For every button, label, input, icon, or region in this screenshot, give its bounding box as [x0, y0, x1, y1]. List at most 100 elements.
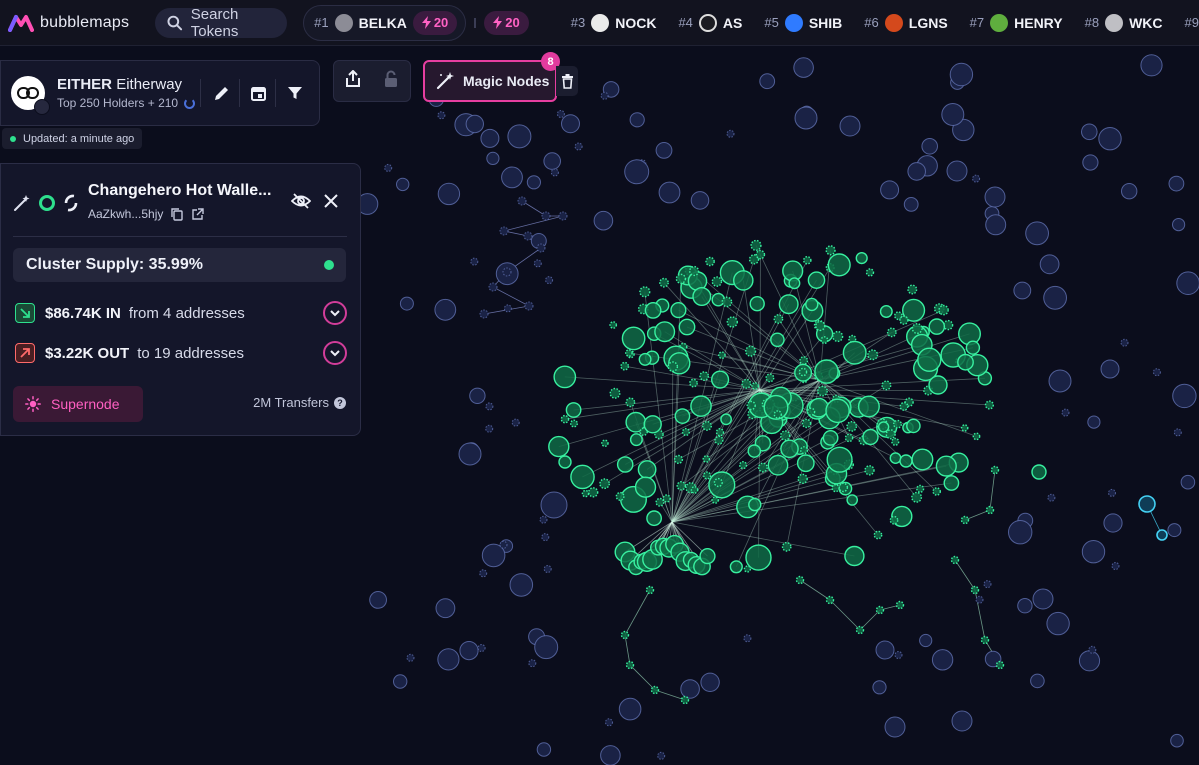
holder-bubble[interactable]: [637, 460, 657, 479]
holder-bubble[interactable]: [975, 595, 984, 604]
holder-bubble[interactable]: [765, 373, 775, 383]
ticker-item-9[interactable]: #9: [1185, 15, 1199, 30]
holder-bubble[interactable]: [1111, 562, 1120, 570]
holder-bubble[interactable]: [699, 547, 716, 565]
boost-badge[interactable]: 20: [412, 10, 458, 35]
holder-bubble[interactable]: [797, 473, 808, 484]
holder-bubble[interactable]: [700, 672, 720, 692]
holder-bubble[interactable]: [1081, 123, 1098, 141]
holder-bubble[interactable]: [1173, 428, 1182, 437]
holder-bubble[interactable]: [921, 138, 939, 155]
holder-bubble[interactable]: [781, 541, 792, 552]
holder-bubble[interactable]: [794, 106, 818, 130]
holder-bubble[interactable]: [477, 644, 486, 652]
holder-bubble[interactable]: [980, 635, 990, 645]
holder-bubble[interactable]: [570, 419, 579, 428]
holder-bubble[interactable]: [710, 370, 730, 389]
holder-bubble[interactable]: [545, 276, 554, 285]
holder-bubble[interactable]: [705, 256, 715, 267]
holder-bubble[interactable]: [793, 57, 814, 78]
holder-bubble[interactable]: [846, 420, 858, 432]
holder-bubble[interactable]: [751, 382, 760, 390]
holder-bubble[interactable]: [990, 465, 1000, 475]
holder-bubble[interactable]: [726, 316, 738, 328]
holder-bubble[interactable]: [743, 565, 752, 573]
holder-bubble[interactable]: [485, 402, 494, 411]
holder-bubble[interactable]: [615, 491, 625, 501]
holder-bubble[interactable]: [749, 296, 765, 312]
holder-bubble[interactable]: [865, 268, 875, 277]
holder-bubble[interactable]: [773, 314, 784, 324]
holder-bubble[interactable]: [605, 718, 613, 727]
holder-bubble[interactable]: [406, 653, 415, 662]
bubble-nodes[interactable]: [356, 54, 1199, 765]
brand-logo[interactable]: bubblemaps: [8, 14, 141, 32]
lock-button[interactable]: [383, 70, 399, 93]
holder-bubble[interactable]: [658, 181, 681, 204]
ticker-item-shib[interactable]: #5 SHIB: [764, 13, 842, 32]
holder-bubble[interactable]: [1120, 338, 1129, 347]
holder-bubble[interactable]: [1025, 221, 1049, 246]
holder-bubble[interactable]: [911, 491, 923, 503]
holder-bubble[interactable]: [917, 347, 942, 372]
holder-bubble[interactable]: [875, 605, 885, 615]
holder-bubble[interactable]: [601, 439, 609, 448]
expand-outflow-button[interactable]: [323, 341, 347, 365]
holder-bubble[interactable]: [543, 565, 552, 573]
holder-bubble[interactable]: [501, 166, 523, 189]
holder-bubble[interactable]: [1098, 127, 1122, 151]
holder-bubble[interactable]: [827, 253, 851, 277]
magic-nodes-button[interactable]: Magic Nodes: [423, 60, 557, 102]
holder-bubble[interactable]: [581, 489, 590, 498]
holder-bubble[interactable]: [621, 326, 646, 351]
holder-bubble[interactable]: [536, 742, 552, 757]
edit-button[interactable]: [209, 81, 233, 105]
holder-bubble[interactable]: [911, 323, 923, 335]
holder-bubble[interactable]: [893, 419, 903, 429]
holder-bubble[interactable]: [643, 415, 662, 434]
search-tokens-input[interactable]: Search Tokens: [155, 6, 288, 40]
holder-bubble[interactable]: [702, 420, 713, 431]
holder-bubble[interactable]: [369, 591, 388, 609]
holder-bubble[interactable]: [899, 454, 913, 468]
holder-bubble[interactable]: [690, 485, 699, 494]
holder-bubble[interactable]: [1172, 218, 1186, 232]
holder-bubble[interactable]: [895, 600, 905, 610]
holder-bubble[interactable]: [755, 249, 766, 260]
holder-bubble[interactable]: [553, 365, 577, 389]
holder-bubble[interactable]: [459, 641, 479, 661]
holder-bubble[interactable]: [713, 477, 723, 488]
holder-bubble[interactable]: [873, 530, 883, 540]
holder-bubble[interactable]: [803, 255, 812, 265]
holder-bubble[interactable]: [957, 353, 974, 371]
holder-bubble[interactable]: [711, 276, 723, 287]
holder-bubble[interactable]: [646, 510, 662, 527]
holder-bubble[interactable]: [715, 428, 725, 437]
holder-bubble[interactable]: [846, 494, 859, 506]
holder-bubble[interactable]: [891, 437, 900, 446]
holder-bubble[interactable]: [655, 497, 665, 507]
holder-bubble[interactable]: [889, 452, 902, 464]
holder-bubble[interactable]: [1156, 529, 1168, 541]
holder-bubble[interactable]: [624, 159, 650, 185]
hide-eye-icon[interactable]: [291, 192, 311, 210]
holder-bubble[interactable]: [820, 336, 829, 345]
date-button[interactable]: [246, 81, 270, 105]
holder-bubble[interactable]: [814, 359, 839, 384]
holder-bubble[interactable]: [688, 265, 700, 277]
holder-bubble[interactable]: [509, 573, 534, 597]
holder-bubble[interactable]: [889, 515, 899, 525]
holder-bubble[interactable]: [1039, 254, 1060, 275]
holder-bubble[interactable]: [726, 129, 735, 138]
holder-bubble[interactable]: [855, 252, 868, 265]
holder-bubble[interactable]: [826, 446, 853, 473]
holder-bubble[interactable]: [565, 402, 582, 418]
holder-bubble[interactable]: [985, 505, 995, 515]
holder-bubble[interactable]: [946, 160, 968, 182]
holder-bubble[interactable]: [799, 446, 809, 455]
holder-bubble[interactable]: [916, 484, 925, 493]
holder-bubble[interactable]: [801, 418, 812, 429]
holder-bubble[interactable]: [384, 163, 393, 172]
holder-bubble[interactable]: [757, 462, 768, 473]
holder-bubble[interactable]: [903, 197, 919, 212]
